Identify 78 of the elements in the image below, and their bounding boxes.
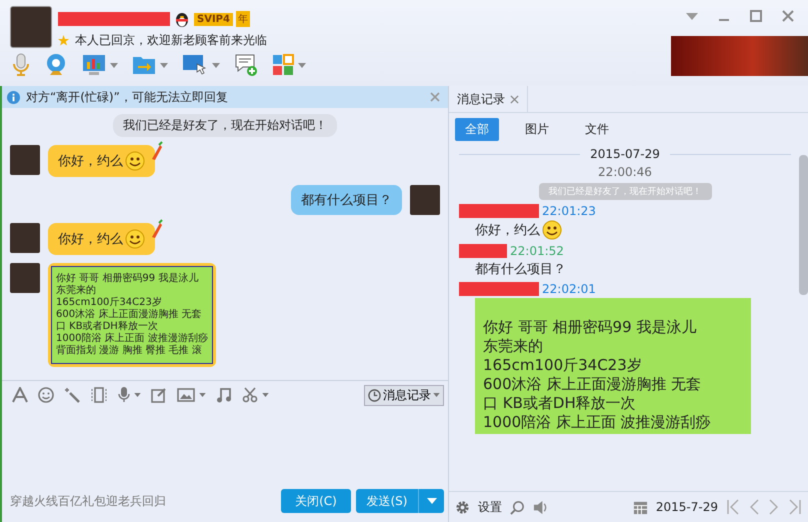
add-chat-icon[interactable]	[234, 53, 258, 77]
caret-icon[interactable]	[134, 393, 141, 397]
redacted-bar	[459, 244, 507, 258]
close-icon[interactable]	[510, 94, 519, 104]
close-icon[interactable]	[430, 92, 440, 102]
smiley-icon[interactable]	[38, 387, 54, 403]
vip-badge: SVIP4	[194, 12, 233, 26]
image-icon[interactable]	[177, 388, 195, 402]
chat-bubble: 你好 哥哥 相册密码99 我是泳儿 东莞来的 165cm100斤34C23岁 600沐浴 床上正面漫游胸推 无套 口 KB或者DH释放一次 1000陪浴 床上正面 波推漫游刮痧 背面指划 漫游 胸推 臀推 毛推 滚	[48, 263, 216, 367]
filter-tab[interactable]: 图片	[515, 118, 559, 140]
maximize-icon[interactable]	[750, 10, 762, 22]
settings-link[interactable]: 设置	[478, 498, 502, 516]
history-button[interactable]: 消息记录	[364, 384, 444, 406]
caret-icon	[433, 393, 440, 397]
pepper-icon	[149, 141, 163, 161]
microphone-icon[interactable]	[12, 53, 30, 77]
message-text: 都有什么项目？	[475, 261, 566, 278]
screen-share-icon[interactable]	[182, 54, 208, 76]
caret-icon[interactable]	[199, 393, 206, 397]
speaker-icon[interactable]	[533, 500, 548, 514]
calendar-icon[interactable]	[632, 500, 648, 514]
caret-icon	[426, 498, 436, 504]
smiley-icon	[125, 229, 145, 249]
search-icon[interactable]	[510, 500, 525, 514]
font-icon[interactable]	[12, 387, 28, 403]
monitor-chart-icon[interactable]	[82, 54, 106, 76]
webcam-icon[interactable]	[44, 53, 68, 77]
promo-link[interactable]: 穿越火线百亿礼包迎老兵回归	[10, 492, 276, 510]
notice-text: 对方“离开(忙碌)”，可能无法立即回复	[26, 88, 229, 106]
caret-icon[interactable]	[160, 62, 168, 68]
music-note-icon[interactable]	[216, 387, 232, 403]
edit-icon[interactable]	[151, 387, 167, 403]
vibrate-icon[interactable]	[90, 387, 108, 403]
filter-tab[interactable]: 文件	[575, 118, 619, 140]
caret-icon[interactable]	[262, 393, 269, 397]
timestamp: 22:00:46	[598, 165, 652, 179]
magic-wand-icon[interactable]	[64, 387, 80, 403]
info-icon	[7, 90, 20, 104]
last-page-icon[interactable]	[788, 499, 802, 515]
chat-bubble: 都有什么项目？	[291, 185, 402, 215]
penguin-icon	[173, 10, 191, 28]
previous-icon[interactable]	[748, 499, 760, 515]
smiley-icon	[542, 220, 562, 240]
system-message: 我们已经是好友了，现在开始对话吧！	[113, 114, 337, 137]
first-page-icon[interactable]	[726, 499, 740, 515]
system-message: 我们已经是好友了，现在开始对话吧！	[538, 183, 712, 200]
date-picker[interactable]: 2015-7-29	[656, 500, 718, 514]
status-message: 本人已回京，欢迎新老顾客前来光临	[75, 32, 267, 49]
chat-bubble: 你好，约么	[48, 223, 155, 255]
chat-bubble: 你好，约么	[48, 145, 155, 177]
caret-icon[interactable]	[110, 62, 118, 68]
microphone-icon[interactable]	[118, 387, 130, 403]
scissors-icon[interactable]	[242, 387, 258, 403]
history-tab[interactable]: 消息记录	[449, 86, 528, 112]
next-icon[interactable]	[768, 499, 780, 515]
message-text: 你好，约么	[475, 222, 540, 239]
message-card: 你好 哥哥 相册密码99 我是泳儿 东莞来的 165cm100斤34C23岁 600沐浴 床上正面漫游胸推 无套 口 KB或者DH释放一次 1000陪浴 床上正面 波推漫游刮痧	[475, 298, 751, 434]
close-icon[interactable]	[782, 10, 794, 22]
year-badge: 年	[236, 11, 250, 27]
timestamp: 22:01:52	[510, 244, 564, 258]
timestamp: 22:02:01	[542, 282, 596, 296]
ad-banner-placeholder[interactable]	[671, 36, 808, 76]
dropdown-caret-icon[interactable]	[686, 12, 698, 20]
smiley-icon	[125, 151, 145, 171]
pepper-icon	[149, 219, 163, 239]
date-header: 2015-07-29	[590, 147, 660, 161]
gear-icon[interactable]	[455, 500, 470, 514]
send-options-button[interactable]	[418, 489, 444, 513]
caret-icon[interactable]	[298, 62, 306, 68]
filter-tab[interactable]: 全部	[455, 118, 499, 140]
scrollbar-thumb[interactable]	[799, 155, 808, 295]
folder-arrow-icon[interactable]	[132, 55, 156, 75]
apps-grid-icon[interactable]	[272, 54, 294, 76]
star-icon	[58, 35, 69, 46]
caret-icon[interactable]	[212, 62, 220, 68]
avatar-photo-placeholder[interactable]	[10, 6, 52, 48]
clock-icon	[368, 388, 381, 402]
timestamp: 22:01:23	[542, 204, 596, 218]
